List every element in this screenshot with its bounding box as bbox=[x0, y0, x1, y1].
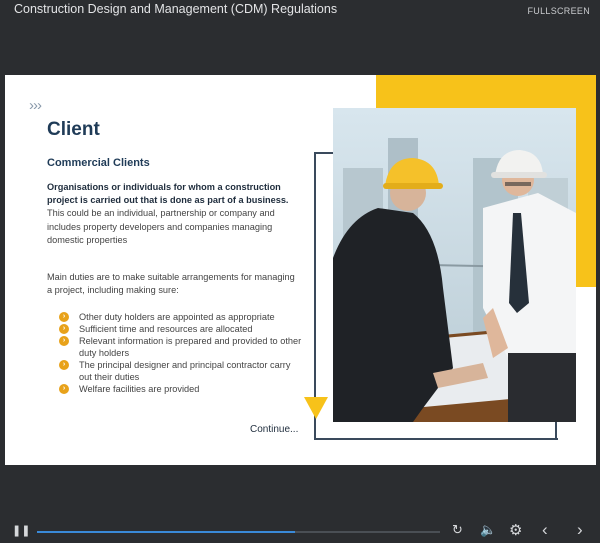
player-controls: ❚❚ ↻ 🔈 ⚙ ‹ › bbox=[0, 520, 600, 543]
volume-icon[interactable]: 🔈 bbox=[480, 522, 496, 538]
settings-icon[interactable]: ⚙ bbox=[509, 521, 522, 539]
image-frame-corner bbox=[555, 420, 557, 438]
next-icon[interactable]: › bbox=[577, 520, 583, 540]
bullet-chevron-icon: › bbox=[59, 312, 69, 322]
progress-fill bbox=[37, 531, 295, 533]
bullet-chevron-icon: › bbox=[59, 384, 69, 394]
pause-icon[interactable]: ❚❚ bbox=[12, 524, 30, 537]
list-item: › Relevant information is prepared and pr… bbox=[59, 335, 304, 359]
triangle-marker-icon bbox=[304, 397, 328, 419]
slide-panel: ››› Client Commercial Clients Organisati… bbox=[5, 75, 596, 465]
slide-heading: Client bbox=[47, 119, 100, 140]
slide-subheading: Commercial Clients bbox=[47, 157, 150, 169]
prev-icon[interactable]: ‹ bbox=[542, 520, 548, 540]
course-title: Construction Design and Management (CDM)… bbox=[14, 2, 338, 16]
continue-link[interactable]: Continue... bbox=[250, 424, 298, 435]
duties-list: › Other duty holders are appointed as app… bbox=[59, 311, 304, 395]
duties-paragraph: Main duties are to make suitable arrange… bbox=[47, 272, 295, 296]
engineers-photo bbox=[333, 108, 576, 422]
intro-text: This could be an individual, partnership… bbox=[47, 208, 275, 245]
intro-paragraph: Organisations or individuals for whom a … bbox=[47, 181, 295, 247]
fullscreen-button[interactable]: FULLSCREEN bbox=[527, 6, 590, 16]
progress-bar[interactable] bbox=[37, 531, 440, 533]
list-item: › Welfare facilities are provided bbox=[59, 383, 304, 395]
bullet-chevron-icon: › bbox=[59, 324, 69, 334]
list-item: › Other duty holders are appointed as app… bbox=[59, 311, 304, 323]
intro-bold-text: Organisations or individuals for whom a … bbox=[47, 182, 289, 206]
list-item: › The principal designer and principal co… bbox=[59, 359, 304, 383]
list-item: › Sufficient time and resources are alloc… bbox=[59, 323, 304, 335]
bullet-chevron-icon: › bbox=[59, 336, 69, 346]
replay-icon[interactable]: ↻ bbox=[452, 522, 463, 538]
chevrons-icon: ››› bbox=[29, 97, 42, 114]
bullet-chevron-icon: › bbox=[59, 360, 69, 370]
